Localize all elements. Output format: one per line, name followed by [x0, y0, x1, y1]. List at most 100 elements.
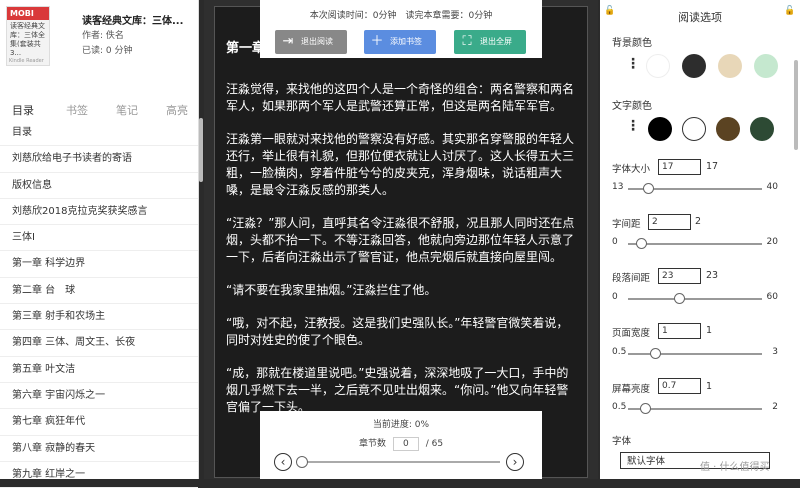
progress-slider[interactable]: [296, 456, 500, 468]
range-max: 20: [766, 237, 778, 247]
slider-track[interactable]: [628, 293, 762, 304]
toc-item[interactable]: 第五章 叶文洁: [0, 357, 198, 383]
reader-top-bar: 本次阅读时间：0分钟 读完本章需要：0分钟 ⇥ 退出阅读 ＋ 添加书签 ⛶ 退出…: [260, 0, 542, 58]
slider-track[interactable]: [628, 238, 762, 249]
exit-fullscreen-label: 退出全屏: [480, 37, 512, 46]
toc-item[interactable]: 第二章 台 球: [0, 278, 198, 305]
range-min: 0: [612, 292, 618, 302]
next-chapter-button[interactable]: ›: [506, 453, 524, 471]
progress-slider-knob[interactable]: [296, 456, 308, 468]
sidebar-tabs: 目录 书签 笔记 高亮: [0, 100, 198, 120]
paragraph: “汪淼？”那人问，直呼其名令汪淼很不舒服，况且那人同时还在点烟，头都不抬一下。不…: [226, 216, 575, 264]
reader-bottom-bar: 当前进度: 0% 章节数 0 / 65 ‹ ›: [260, 411, 542, 479]
toc-item[interactable]: 第九章 红岸之一: [0, 462, 198, 488]
left-sidebar: MOBI 读客经典文库：三体全集(套装共3... Kindle Reader 读…: [0, 0, 199, 488]
plus-icon: ＋: [370, 34, 384, 49]
range-max: 60: [766, 292, 778, 302]
toc-item[interactable]: 刘慈欣给电子书读者的寄语: [0, 146, 198, 173]
tab-toc[interactable]: 目录: [12, 102, 34, 118]
para-spacing-value: 23: [706, 270, 719, 281]
para-spacing-input[interactable]: 23: [658, 268, 701, 284]
book-read-time: 已读: 0 分钟: [82, 46, 133, 56]
tab-highlights[interactable]: 高亮: [166, 102, 188, 118]
toc-item[interactable]: 刘慈欣2018克拉克奖获奖感言: [0, 199, 198, 226]
book-author: 作者: 佚名: [82, 31, 124, 41]
cover-brand: Kindle Reader: [9, 58, 44, 64]
slider-knob[interactable]: [640, 403, 652, 414]
exit-icon: ⇥: [282, 34, 294, 49]
range-max: 2: [772, 402, 778, 412]
paragraph: “哦，对不起，汪教授。这是我们史强队长。”年轻警官微笑着说，同时对姓史的使了个眼…: [226, 316, 569, 347]
slider-knob[interactable]: [673, 293, 685, 304]
brightness-input[interactable]: 0.7: [658, 378, 701, 394]
page-width-value: 1: [706, 325, 713, 336]
page-width-label: 页面宽度: [612, 328, 651, 339]
chevron-right-icon: ›: [512, 455, 518, 469]
exit-fullscreen-button[interactable]: ⛶ 退出全屏: [454, 30, 526, 54]
bg-swatch[interactable]: [682, 54, 706, 78]
exit-reading-button[interactable]: ⇥ 退出阅读: [275, 30, 347, 54]
brightness-value: 1: [706, 381, 713, 392]
chevron-left-icon: ‹: [280, 455, 286, 469]
add-bookmark-button[interactable]: ＋ 添加书签: [364, 30, 436, 54]
bg-swatch[interactable]: [754, 54, 778, 78]
range-max: 3: [772, 347, 778, 357]
chapter-input[interactable]: 0: [392, 436, 419, 451]
toc-item[interactable]: 第八章 寂静的春天: [0, 436, 198, 462]
para-spacing-label: 段落间距: [612, 273, 651, 284]
range-max: 40: [766, 182, 778, 192]
more-dots-icon[interactable]: ⋮: [626, 118, 640, 134]
more-dots-icon[interactable]: ⋮: [626, 56, 640, 72]
reading-time-info: 本次阅读时间：0分钟 读完本章需要：0分钟: [309, 11, 493, 21]
font-label: 字体: [612, 436, 632, 447]
settings-panel: 🔓 🔓 阅读选项 背景颜色 ⋮ 文字颜色 ⋮ 字体大小 17 17 13 40 …: [600, 0, 800, 479]
book-cover[interactable]: MOBI 读客经典文库：三体全集(套装共3... Kindle Reader: [6, 6, 50, 66]
toc-item[interactable]: 版权信息: [0, 173, 198, 199]
exit-reading-label: 退出阅读: [301, 37, 333, 46]
toc-item[interactable]: 第三章 射手和农场主: [0, 304, 198, 331]
slider-track[interactable]: [628, 403, 762, 414]
font-size-input[interactable]: 17: [658, 159, 701, 175]
bg-swatch[interactable]: [646, 54, 670, 78]
book-title: 读客经典文库：三体...: [82, 16, 184, 27]
range-min: 13: [612, 182, 624, 192]
toc-item[interactable]: 目录: [0, 120, 198, 147]
toc-item[interactable]: 第六章 宇宙闪烁之一: [0, 383, 198, 410]
toc-item[interactable]: 第一章 科学边界: [0, 251, 198, 278]
letter-spacing-value: 2: [695, 216, 702, 227]
settings-scrollbar[interactable]: [794, 60, 798, 150]
paragraph: 汪淼觉得，来找他的这四个人是一个奇怪的组合：两名警察和两名军人，如果那两个军人是…: [226, 82, 575, 113]
toc-list: 目录 刘慈欣给电子书读者的寄语 版权信息 刘慈欣2018克拉克奖获奖感言 三体I…: [0, 120, 198, 488]
toc-item[interactable]: 第四章 三体、周文王、长夜: [0, 330, 198, 357]
text-color-label: 文字颜色: [612, 101, 652, 112]
chapter-count-label: 章节数: [358, 439, 386, 449]
page-width-input[interactable]: 1: [658, 323, 701, 339]
paragraph: 汪淼第一眼就对来找他的警察没有好感。其实那名穿警服的年轻人还行，举止很有礼貌，但…: [226, 132, 575, 197]
slider-knob[interactable]: [649, 348, 661, 359]
cover-title: 读客经典文库：三体全集(套装共3...: [10, 22, 45, 57]
tab-bookmarks[interactable]: 书签: [66, 102, 88, 118]
letter-spacing-input[interactable]: 2: [648, 214, 691, 230]
text-swatch[interactable]: [716, 117, 740, 141]
letter-spacing-label: 字间距: [612, 219, 641, 230]
toc-item[interactable]: 三体I: [0, 225, 198, 252]
font-size-label: 字体大小: [612, 164, 651, 175]
text-swatch[interactable]: [648, 117, 672, 141]
bg-swatch[interactable]: [718, 54, 742, 78]
slider-knob[interactable]: [643, 183, 655, 194]
text-swatch[interactable]: [682, 117, 706, 141]
range-min: 0.5: [612, 347, 627, 357]
range-min: 0.5: [612, 402, 627, 412]
slider-track[interactable]: [628, 348, 762, 359]
settings-title: 阅读选项: [678, 11, 722, 24]
prev-chapter-button[interactable]: ‹: [274, 453, 292, 471]
toc-item[interactable]: 第七章 疯狂年代: [0, 409, 198, 436]
slider-knob[interactable]: [636, 238, 648, 249]
text-swatch[interactable]: [750, 117, 774, 141]
tab-notes[interactable]: 笔记: [116, 102, 138, 118]
watermark: 值 · 什么值得买: [700, 462, 770, 473]
slider-track[interactable]: [628, 183, 762, 194]
range-min: 0: [612, 237, 618, 247]
paragraph: “请不要在我家里抽烟。”汪淼拦住了他。: [226, 283, 437, 297]
toc-scrollbar[interactable]: [199, 118, 203, 182]
